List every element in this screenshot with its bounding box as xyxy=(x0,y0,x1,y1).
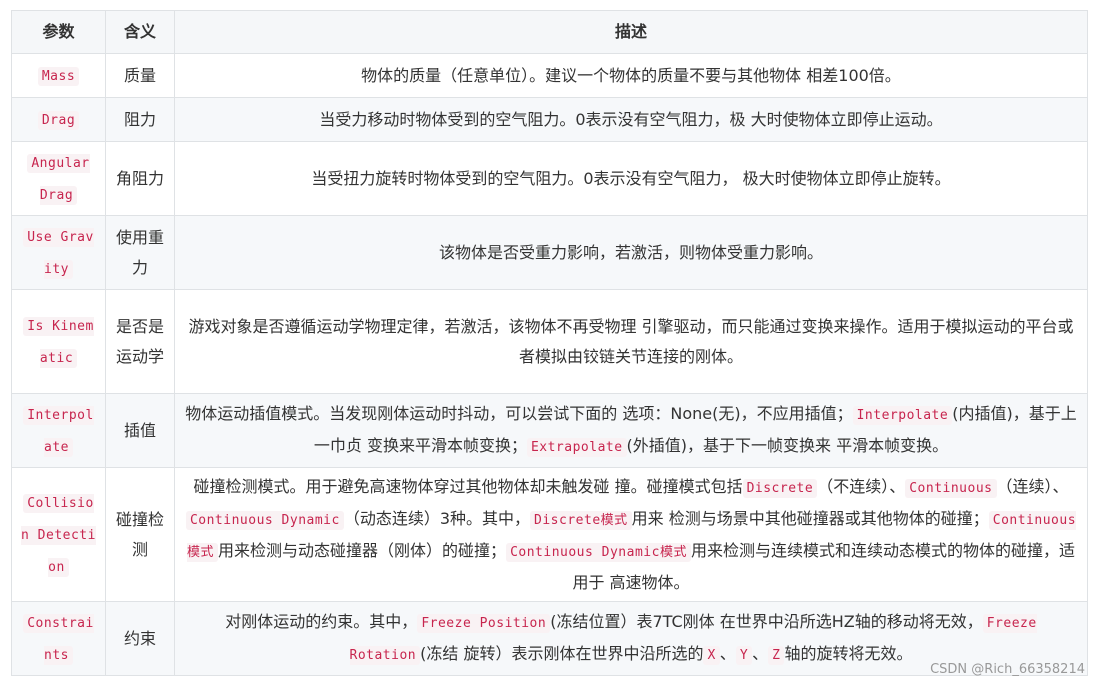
param-name: Mass xyxy=(37,66,80,86)
description-cell: 该物体是否受重力影响，若激活，则物体受重力影响。 xyxy=(174,215,1088,290)
param-cell: Collision Detection xyxy=(11,467,106,602)
description-text: 碰撞检测模式。用于避免高速物体穿过其他物体却未触发碰 撞。碰撞模式包括 xyxy=(193,476,743,496)
param-name: Interpolate xyxy=(23,405,94,457)
description-text: （不连续）、 xyxy=(817,476,906,496)
param-cell: Use Gravity xyxy=(11,215,106,290)
param-name: Use Gravity xyxy=(23,227,94,279)
table-row: Use Gravity 使用重力 该物体是否受重力影响，若激活，则物体受重力影响。 xyxy=(11,215,1088,290)
header-description: 描述 xyxy=(174,10,1088,54)
meaning-cell: 角阻力 xyxy=(105,141,175,216)
inline-code: Continuous Dynamic xyxy=(185,510,344,530)
inline-code: Continuous Dynamic模式 xyxy=(506,542,691,562)
description-text: （动态连续）3种。其中， xyxy=(343,508,531,528)
description-text: 该物体是否受重力影响，若激活，则物体受重力影响。 xyxy=(438,242,823,262)
table-row: Drag 阻力 当受力移动时物体受到的空气阻力。0表示没有空气阻力，极 大时使物体立… xyxy=(11,97,1088,142)
param-name: Drag xyxy=(37,110,80,130)
description-text: 轴的旋转将无效。 xyxy=(784,643,913,663)
inline-code: Discrete模式 xyxy=(530,510,632,530)
description-cell: 当受扭力旋转时物体受到的空气阻力。0表示没有空气阻力， 极大时使物体立即停止旋转… xyxy=(174,141,1088,216)
param-cell: Mass xyxy=(11,53,106,98)
description-text: 游戏对象是否遵循运动学物理定律，若激活，该物体不再受物理 引擎驱动，而只能通过变… xyxy=(188,316,1074,366)
inline-code: X xyxy=(703,645,720,665)
description-cell: 物体的质量（任意单位）。建议一个物体的质量不要与其他物体 相差100倍。 xyxy=(174,53,1088,98)
description-cell: 碰撞检测模式。用于避免高速物体穿过其他物体却未触发碰 撞。碰撞模式包括 Discr… xyxy=(174,467,1088,602)
table-row: Angular Drag 角阻力 当受扭力旋转时物体受到的空气阻力。0表示没有空气阻… xyxy=(11,141,1088,216)
description-cell: 当受力移动时物体受到的空气阻力。0表示没有空气阻力，极 大时使物体立即停止运动。 xyxy=(174,97,1088,142)
description-text: 物体的质量（任意单位）。建议一个物体的质量不要与其他物体 相差100倍。 xyxy=(361,65,901,85)
param-cell: Interpolate xyxy=(11,393,106,468)
param-name: Constraints xyxy=(23,613,94,665)
meaning-cell: 是否是运动学 xyxy=(105,289,175,394)
inline-code: Continuous xyxy=(905,478,997,498)
description-text: 、 xyxy=(719,643,736,663)
inline-code: Extrapolate xyxy=(526,437,627,457)
meaning-cell: 使用重力 xyxy=(105,215,175,290)
description-text: 、 xyxy=(752,643,769,663)
param-cell: Constraints xyxy=(11,601,106,676)
description-cell: 物体运动插值模式。当发现刚体运动时抖动，可以尝试下面的 选项：None(无)，不… xyxy=(174,393,1088,468)
table-row: Collision Detection 碰撞检测 碰撞检测模式。用于避免高速物体穿过… xyxy=(11,467,1088,602)
meaning-cell: 插值 xyxy=(105,393,175,468)
table-row: Mass 质量 物体的质量（任意单位）。建议一个物体的质量不要与其他物体 相差100… xyxy=(11,53,1088,98)
inline-code: Freeze Position xyxy=(417,613,551,633)
meaning-cell: 阻力 xyxy=(105,97,175,142)
table-row: Interpolate 插值 物体运动插值模式。当发现刚体运动时抖动，可以尝试下面的… xyxy=(11,393,1088,468)
table-row: Constraints 约束 对刚体运动的约束。其中， Freeze Position… xyxy=(11,601,1088,676)
inline-code: Y xyxy=(735,645,753,665)
table-header-row: 参数 含义 描述 xyxy=(11,10,1088,54)
header-meaning: 含义 xyxy=(105,10,175,54)
inline-code: Z xyxy=(768,645,785,665)
description-text: （连续）、 xyxy=(996,476,1069,496)
meaning-cell: 约束 xyxy=(105,601,175,676)
inline-code: Discrete xyxy=(742,478,818,498)
meaning-cell: 质量 xyxy=(105,53,175,98)
description-text: 对刚体运动的约束。其中， xyxy=(225,611,418,631)
param-name: Angular Drag xyxy=(27,153,90,205)
description-text: 用来检测与动态碰撞器（刚体）的碰撞； xyxy=(218,540,507,560)
param-cell: Angular Drag xyxy=(11,141,106,216)
param-name: Is Kinematic xyxy=(23,316,94,368)
description-text: 当受力移动时物体受到的空气阻力。0表示没有空气阻力，极 大时使物体立即停止运动。 xyxy=(319,109,943,129)
description-text: 物体运动插值模式。当发现刚体运动时抖动，可以尝试下面的 选项：None(无)，不… xyxy=(185,403,853,423)
inline-code: Interpolate xyxy=(852,405,953,425)
description-text: (冻结 旋转）表示刚体在世界中沿所选的 xyxy=(420,643,704,663)
description-text: (冻结位置）表7TC刚体 在世界中沿所选HZ轴的移动将无效， xyxy=(550,611,983,631)
param-cell: Is Kinematic xyxy=(11,289,106,394)
header-param: 参数 xyxy=(11,10,106,54)
description-text: 用来 检测与场景中其他碰撞器或其他物体的碰撞； xyxy=(631,508,989,528)
watermark: CSDN @Rich_66358214 xyxy=(930,662,1085,677)
param-name: Collision Detection xyxy=(21,493,96,577)
parameter-table: 参数 含义 描述 Mass 质量 物体的质量（任意单位）。建议一个物体的质量不要与其… xyxy=(11,10,1088,676)
param-cell: Drag xyxy=(11,97,106,142)
description-cell: 游戏对象是否遵循运动学物理定律，若激活，该物体不再受物理 引擎驱动，而只能通过变… xyxy=(174,289,1088,394)
description-text: 当受扭力旋转时物体受到的空气阻力。0表示没有空气阻力， 极大时使物体立即停止旋转… xyxy=(311,168,951,188)
description-text: (外插值)，基于下一帧变换来 平滑本帧变换。 xyxy=(626,435,949,455)
table-row: Is Kinematic 是否是运动学 游戏对象是否遵循运动学物理定律，若激活，该物… xyxy=(11,289,1088,394)
meaning-cell: 碰撞检测 xyxy=(105,467,175,602)
